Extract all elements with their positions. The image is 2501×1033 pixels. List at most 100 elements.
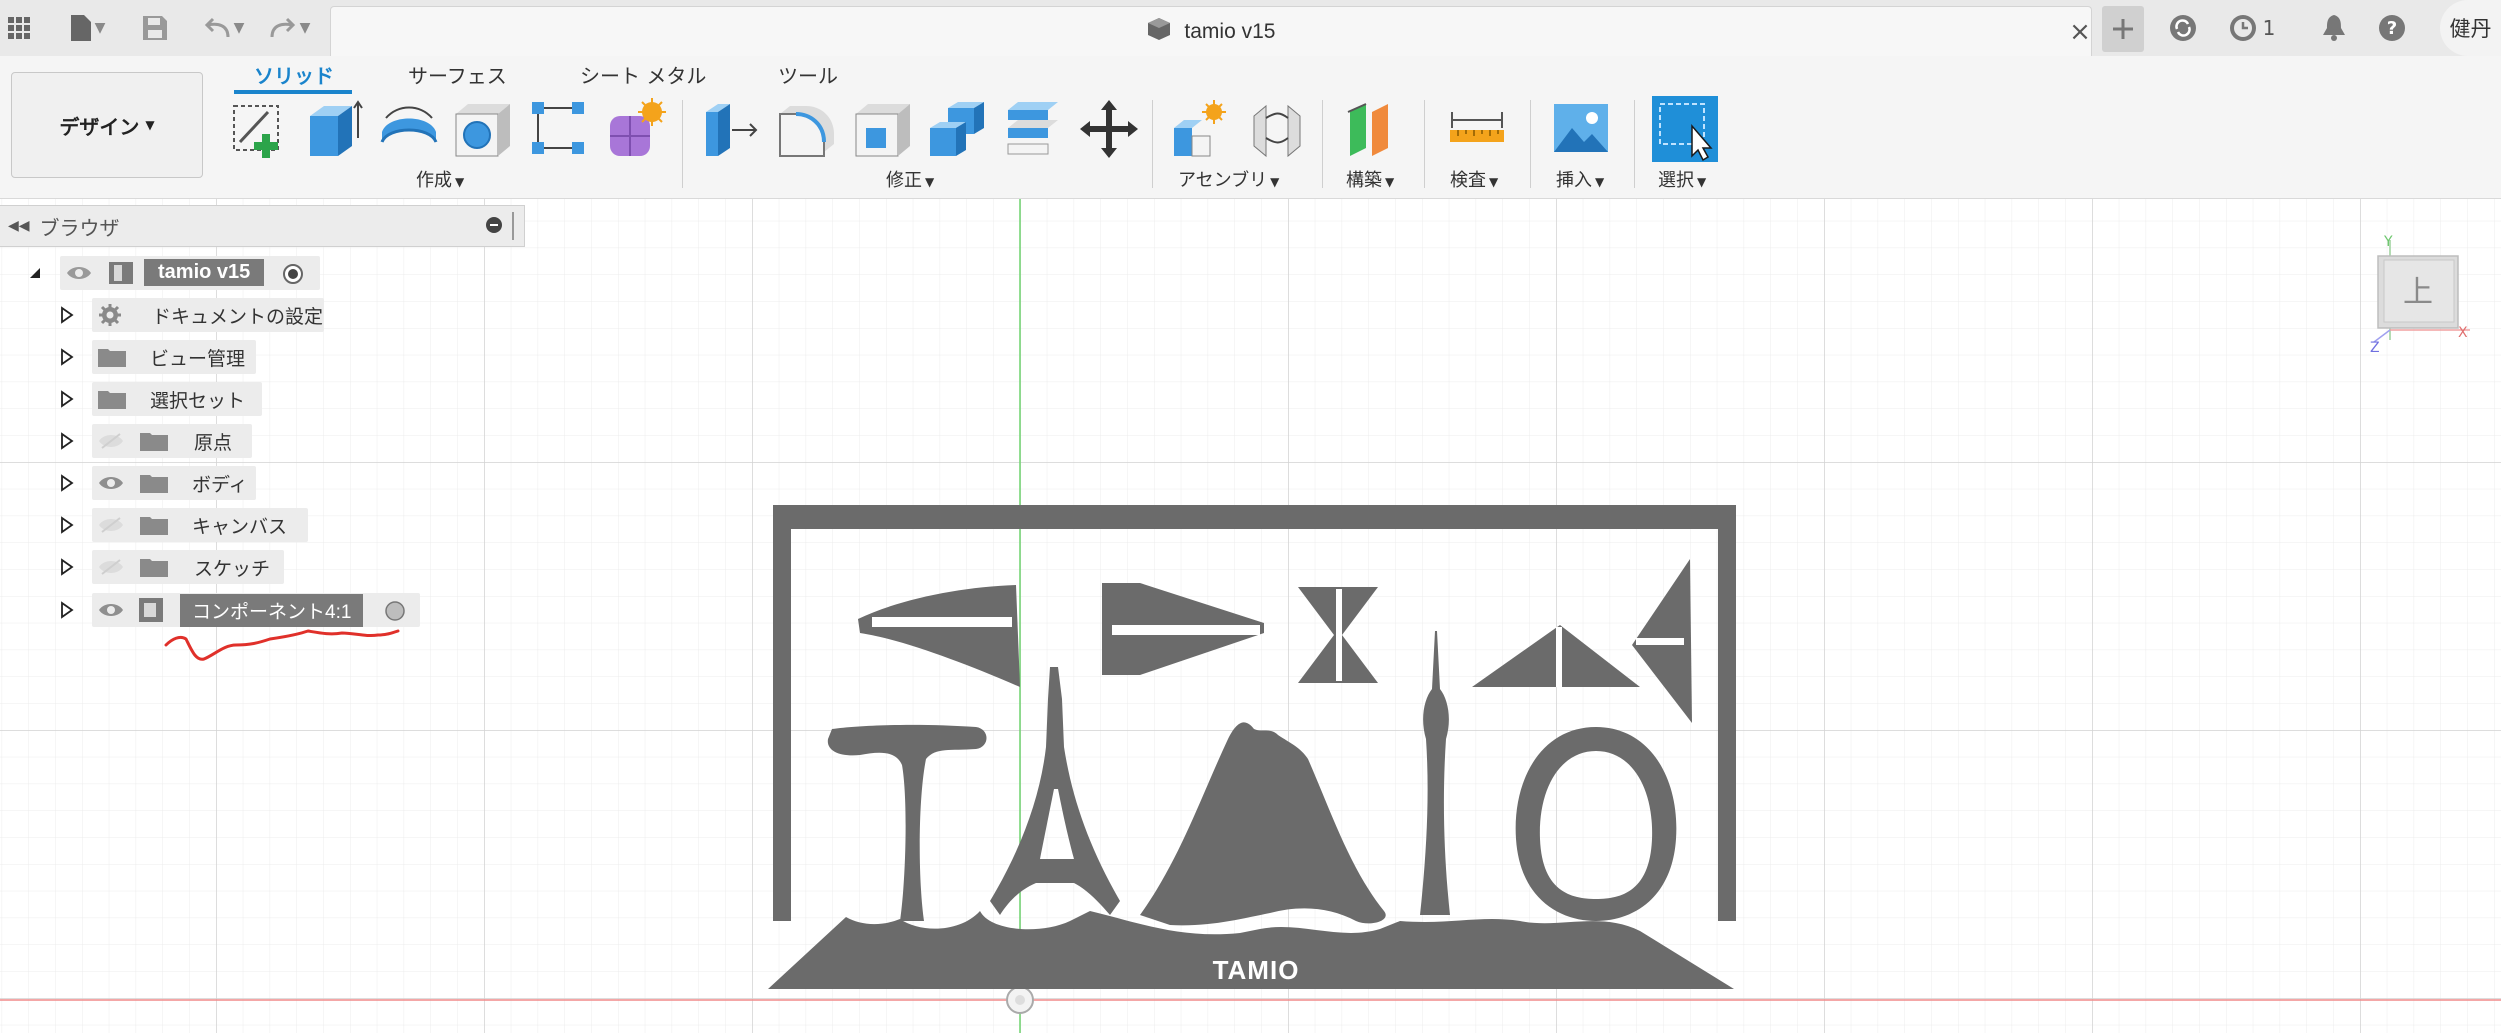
- new-tab-button[interactable]: [2102, 6, 2144, 52]
- document-tab[interactable]: tamio v15 ×: [330, 6, 2092, 57]
- viewcube-face-label[interactable]: 上: [2403, 275, 2433, 310]
- browser-item-named-views[interactable]: ビュー管理: [0, 340, 330, 374]
- group-select[interactable]: 選択 ▼: [1658, 166, 1706, 192]
- ribbon-divider: [1530, 100, 1531, 188]
- plus-icon: [2113, 19, 2133, 39]
- press-pull-icon[interactable]: [700, 98, 762, 160]
- bell-icon[interactable]: [2316, 8, 2352, 48]
- file-icon: [70, 15, 91, 41]
- tab-tools[interactable]: ツール: [778, 60, 838, 89]
- ribbon-divider: [1424, 100, 1425, 188]
- browser-item-selection-sets[interactable]: 選択セット: [0, 382, 330, 416]
- document-icon: [1147, 18, 1170, 40]
- revolve-icon[interactable]: [378, 98, 440, 160]
- expand-triangle-icon[interactable]: [60, 601, 74, 619]
- undo-button[interactable]: ▼: [196, 8, 252, 48]
- group-select-label: 選択: [1658, 170, 1694, 191]
- group-inspect[interactable]: 検査 ▼: [1450, 166, 1498, 192]
- hidden-eye-icon[interactable]: [98, 516, 124, 534]
- group-create[interactable]: 作成 ▼: [416, 166, 464, 192]
- workspace-label: デザイン: [59, 114, 140, 139]
- visibility-eye-icon[interactable]: [98, 474, 124, 492]
- move-copy-icon[interactable]: [1078, 98, 1140, 160]
- expand-triangle-icon[interactable]: [60, 474, 74, 492]
- browser-item-document-settings[interactable]: ドキュメントの設定: [0, 298, 330, 332]
- hidden-eye-icon[interactable]: [98, 432, 124, 450]
- expand-triangle-icon[interactable]: [60, 348, 74, 366]
- collapse-panel-icon[interactable]: ◀◀: [8, 218, 30, 234]
- node-bg: コンポーネント4:1: [92, 593, 420, 627]
- active-tab-indicator: [234, 90, 352, 94]
- tab-surface[interactable]: サーフェス: [408, 60, 507, 89]
- job-count: 1: [2262, 16, 2276, 40]
- folder-icon: [140, 559, 168, 577]
- undo-icon: [204, 17, 230, 38]
- expand-triangle-icon[interactable]: [60, 306, 74, 324]
- file-menu-button[interactable]: ▼: [60, 8, 116, 48]
- chevron-down-icon: ▼: [145, 118, 155, 132]
- axis-x-label: X: [2458, 325, 2468, 341]
- fillet-icon[interactable]: [776, 98, 838, 160]
- measure-icon[interactable]: [1446, 98, 1508, 160]
- browser-item-component[interactable]: コンポーネント4:1: [0, 593, 430, 627]
- group-assemble-label: アセンブリ: [1178, 170, 1268, 191]
- browser-item-canvases[interactable]: キャンバス: [0, 508, 330, 542]
- folder-icon: [140, 517, 168, 535]
- root-node-bg: tamio v15: [60, 256, 320, 290]
- create-form-icon[interactable]: [604, 98, 666, 160]
- activate-radio-icon[interactable]: [384, 600, 406, 622]
- workspace-switcher[interactable]: デザイン ▼: [11, 72, 203, 178]
- browser-panel-header[interactable]: ◀◀ ブラウザ: [0, 205, 525, 247]
- select-icon[interactable]: [1652, 96, 1718, 162]
- visibility-eye-icon[interactable]: [66, 264, 92, 282]
- expand-triangle-icon[interactable]: [60, 390, 74, 408]
- folder-icon: [140, 475, 168, 493]
- hole-icon[interactable]: [452, 98, 514, 160]
- expand-triangle-icon[interactable]: [60, 558, 74, 576]
- ribbon-divider: [1322, 100, 1323, 188]
- group-inspect-label: 検査: [1450, 170, 1486, 191]
- expand-triangle-icon[interactable]: [60, 432, 74, 450]
- shell-icon[interactable]: [852, 98, 914, 160]
- replace-face-icon[interactable]: [1002, 98, 1064, 160]
- app-grid-icon[interactable]: [4, 8, 34, 48]
- browser-root-node[interactable]: tamio v15: [0, 256, 330, 290]
- group-modify[interactable]: 修正 ▼: [886, 166, 934, 192]
- component-icon: [139, 598, 163, 622]
- browser-item-bodies[interactable]: ボディ: [0, 466, 330, 500]
- user-avatar[interactable]: 健丹: [2440, 0, 2501, 56]
- help-icon[interactable]: ?: [2374, 8, 2410, 48]
- axis-y-label: Y: [2383, 234, 2393, 250]
- offset-plane-icon[interactable]: [1344, 98, 1406, 160]
- group-insert[interactable]: 挿入 ▼: [1556, 166, 1604, 192]
- visibility-eye-icon[interactable]: [98, 601, 124, 619]
- save-button[interactable]: [140, 8, 170, 48]
- new-component-icon[interactable]: [1170, 98, 1232, 160]
- create-sketch-icon[interactable]: [228, 98, 290, 160]
- job-status-button[interactable]: 1: [2222, 8, 2282, 48]
- group-construct[interactable]: 構築 ▼: [1346, 166, 1394, 192]
- close-icon[interactable]: ×: [2065, 19, 2095, 49]
- sync-icon[interactable]: [2165, 8, 2201, 48]
- joint-icon[interactable]: [1246, 98, 1308, 160]
- panel-resize-handle[interactable]: [512, 212, 514, 240]
- collapse-triangle-icon[interactable]: [28, 266, 42, 280]
- insert-image-icon[interactable]: [1550, 98, 1612, 160]
- redo-button[interactable]: ▼: [262, 8, 318, 48]
- viewcube[interactable]: 上 Y X Z: [2370, 230, 2470, 360]
- pattern-icon[interactable]: [528, 98, 590, 160]
- group-construct-label: 構築: [1346, 170, 1382, 191]
- activate-radio-icon[interactable]: [282, 263, 304, 285]
- node-bg: ドキュメントの設定: [92, 298, 324, 332]
- browser-item-sketches[interactable]: スケッチ: [0, 550, 330, 584]
- group-assemble[interactable]: アセンブリ ▼: [1178, 166, 1279, 192]
- tab-sheet-metal[interactable]: シート メタル: [580, 60, 706, 89]
- gear-icon: [99, 304, 121, 326]
- expand-triangle-icon[interactable]: [60, 516, 74, 534]
- extrude-icon[interactable]: [302, 98, 364, 160]
- browser-item-origin[interactable]: 原点: [0, 424, 330, 458]
- tab-solid[interactable]: ソリッド: [254, 60, 334, 89]
- model-engraving: TAMIO: [1213, 955, 1300, 985]
- combine-icon[interactable]: [926, 98, 988, 160]
- hidden-eye-icon[interactable]: [98, 558, 124, 576]
